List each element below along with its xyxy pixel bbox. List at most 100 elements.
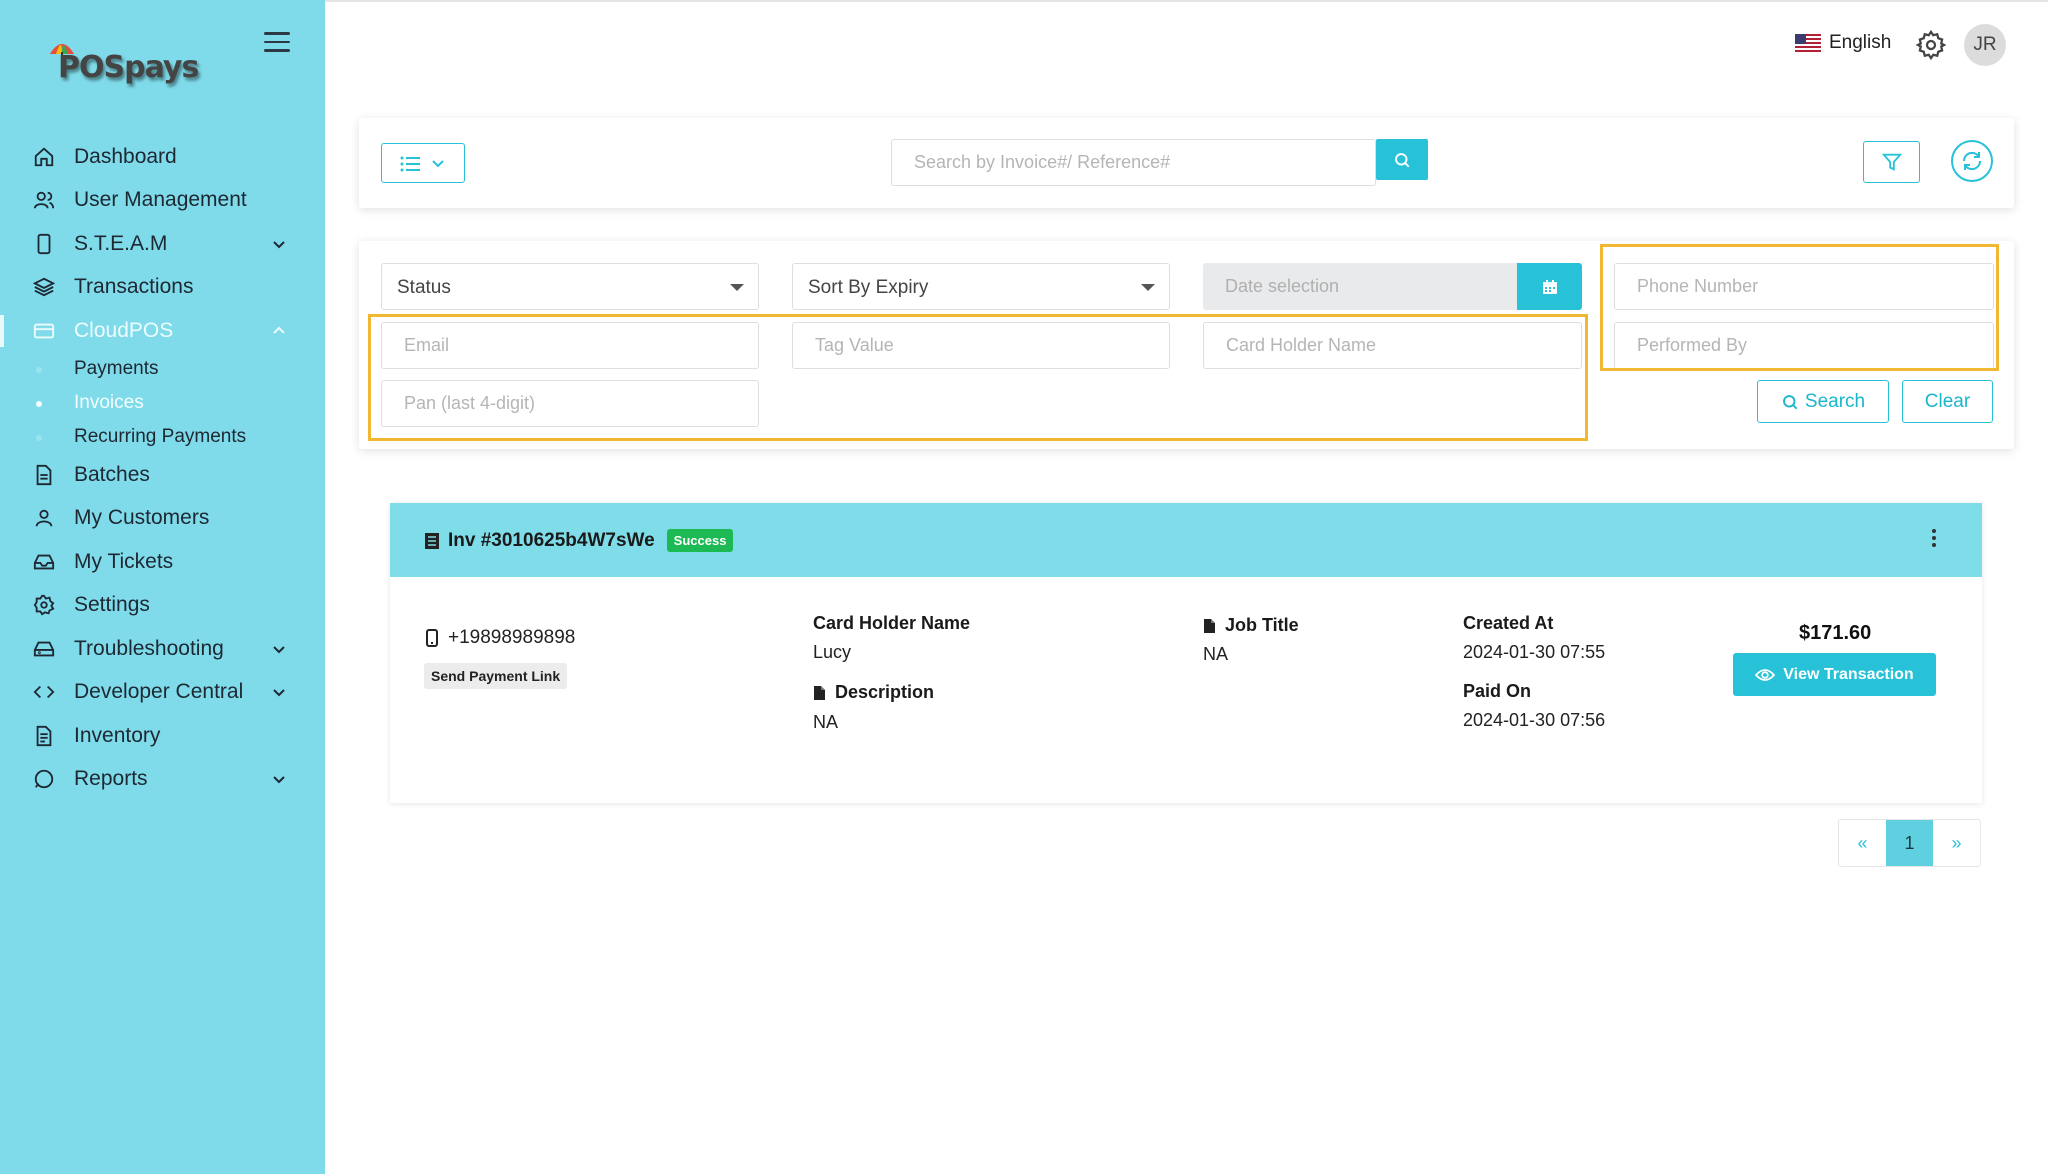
inbox-icon [32, 550, 56, 574]
invoice-card-header: Inv #3010625b4W7sWe Success [390, 503, 1982, 577]
sidebar-item-inventory[interactable]: Inventory [0, 716, 325, 756]
phone-row: +19898989898 [426, 627, 575, 649]
clear-button[interactable]: Clear [1902, 380, 1993, 423]
filter-button[interactable] [1863, 141, 1920, 183]
chevron-down-icon [273, 776, 285, 784]
sidebar: POSpays Dashboard User Management S.T.E.… [0, 0, 325, 1174]
card-holder-name-field[interactable] [1203, 322, 1582, 369]
sidebar-item-settings[interactable]: Settings [0, 585, 325, 625]
search-button-label: Search [1804, 390, 1866, 412]
home-icon [32, 145, 56, 169]
description-value: NA [813, 712, 839, 732]
top-bar: English JR [325, 0, 2048, 86]
pan-last4-field[interactable] [381, 380, 759, 427]
sidebar-subitem-payments[interactable]: Payments [0, 354, 325, 384]
sidebar-item-transactions[interactable]: Transactions [0, 267, 325, 307]
menu-toggle-icon[interactable] [264, 32, 290, 54]
send-payment-link-button[interactable]: Send Payment Link [424, 663, 568, 689]
sidebar-item-my-customers[interactable]: My Customers [0, 498, 325, 538]
sidebar-item-label: CloudPOS [74, 319, 174, 342]
settings-gear-icon[interactable] [1916, 30, 1946, 60]
refresh-button[interactable] [1951, 140, 1993, 182]
sidebar-item-label: User Management [74, 188, 247, 211]
chevron-down-icon [273, 689, 285, 697]
sort-select-value: Sort By Expiry [808, 277, 929, 298]
eye-icon [1755, 668, 1776, 681]
user-icon [32, 506, 56, 530]
calendar-icon [1542, 279, 1557, 294]
paid-on-label: Paid On [1463, 681, 1532, 701]
users-icon [32, 188, 56, 212]
sidebar-item-reports[interactable]: Reports [0, 759, 325, 799]
calendar-button[interactable] [1517, 263, 1582, 310]
user-avatar[interactable]: JR [1964, 24, 2006, 66]
chevron-down-icon [432, 160, 444, 168]
view-transaction-label: View Transaction [1783, 665, 1914, 683]
view-transaction-button[interactable]: View Transaction [1733, 653, 1936, 696]
filter-panel: Status Sort By Expiry Date selection Sea… [359, 241, 2014, 449]
sidebar-subitem-invoices[interactable]: Invoices [0, 388, 325, 418]
tag-value-field[interactable] [792, 322, 1170, 369]
created-at-value: 2024-01-30 07:55 [1463, 642, 1606, 662]
sidebar-item-user-management[interactable]: User Management [0, 180, 325, 220]
pagination-prev[interactable]: « [1839, 820, 1886, 866]
sidebar-item-label: Inventory [74, 724, 161, 747]
caret-down-icon [1141, 284, 1155, 291]
phone-number-field[interactable] [1614, 263, 1994, 310]
sidebar-item-label: Dashboard [74, 145, 177, 168]
sidebar-subitem-label: Invoices [74, 392, 144, 413]
invoice-search-input[interactable] [891, 139, 1376, 186]
invoice-title[interactable]: Inv #3010625b4W7sWe Success [424, 529, 734, 552]
search-submit-button[interactable] [1376, 139, 1428, 180]
filter-search-button[interactable]: Search [1757, 380, 1889, 423]
sidebar-item-my-tickets[interactable]: My Tickets [0, 542, 325, 582]
us-flag-icon [1795, 34, 1821, 52]
more-options-icon[interactable] [1930, 529, 1938, 549]
chevron-down-icon [273, 241, 285, 249]
device-icon [32, 232, 56, 256]
caret-down-icon [730, 284, 744, 291]
sidebar-subitem-recurring-payments[interactable]: Recurring Payments [0, 422, 325, 452]
sidebar-item-batches[interactable]: Batches [0, 455, 325, 495]
file-icon [1204, 618, 1215, 633]
sidebar-item-developer-central[interactable]: Developer Central [0, 672, 325, 712]
date-placeholder: Date selection [1225, 276, 1340, 296]
layers-icon [32, 275, 56, 299]
invoice-doc-icon [425, 532, 439, 549]
bullet-icon [36, 401, 42, 407]
brand-logo[interactable]: POSpays [46, 40, 226, 92]
sidebar-item-steam[interactable]: S.T.E.A.M [0, 224, 325, 264]
description-label: Description [835, 682, 935, 702]
invoice-number: Inv #3010625b4W7sWe [448, 529, 655, 551]
bullet-icon [36, 367, 42, 373]
sidebar-item-cloudpos[interactable]: CloudPOS [0, 311, 325, 351]
pagination-next[interactable]: » [1933, 820, 1980, 866]
file-icon [814, 685, 825, 700]
logo-text: POSpays [58, 50, 199, 85]
language-label: English [1829, 32, 1892, 53]
sidebar-item-troubleshooting[interactable]: Troubleshooting [0, 629, 325, 669]
job-title-value: NA [1203, 644, 1229, 664]
view-toggle-button[interactable] [381, 143, 465, 183]
email-field[interactable] [381, 322, 759, 369]
performed-by-field[interactable] [1614, 322, 1994, 369]
sidebar-item-dashboard[interactable]: Dashboard [0, 137, 325, 177]
language-selector[interactable]: English [1795, 32, 1891, 54]
sidebar-item-label: Developer Central [74, 680, 244, 703]
filter-icon [1881, 153, 1902, 171]
pagination-page-1[interactable]: 1 [1886, 820, 1933, 866]
card-holder-value: Lucy [813, 642, 852, 662]
code-icon [32, 680, 56, 704]
created-at-label: Created At [1463, 613, 1554, 633]
sidebar-item-label: Troubleshooting [74, 637, 224, 660]
description-label-row: Description [813, 682, 934, 703]
chat-icon [32, 767, 56, 791]
invoice-amount: $171.60 [1799, 622, 1872, 644]
status-select[interactable]: Status [381, 263, 759, 310]
sidebar-item-label: Transactions [74, 275, 194, 298]
date-selection-field[interactable]: Date selection [1203, 263, 1517, 310]
sort-select[interactable]: Sort By Expiry [792, 263, 1170, 310]
phone-number: +19898989898 [448, 627, 576, 648]
invoice-card: Inv #3010625b4W7sWe Success +19898989898… [390, 503, 1982, 803]
list-icon [400, 156, 420, 172]
